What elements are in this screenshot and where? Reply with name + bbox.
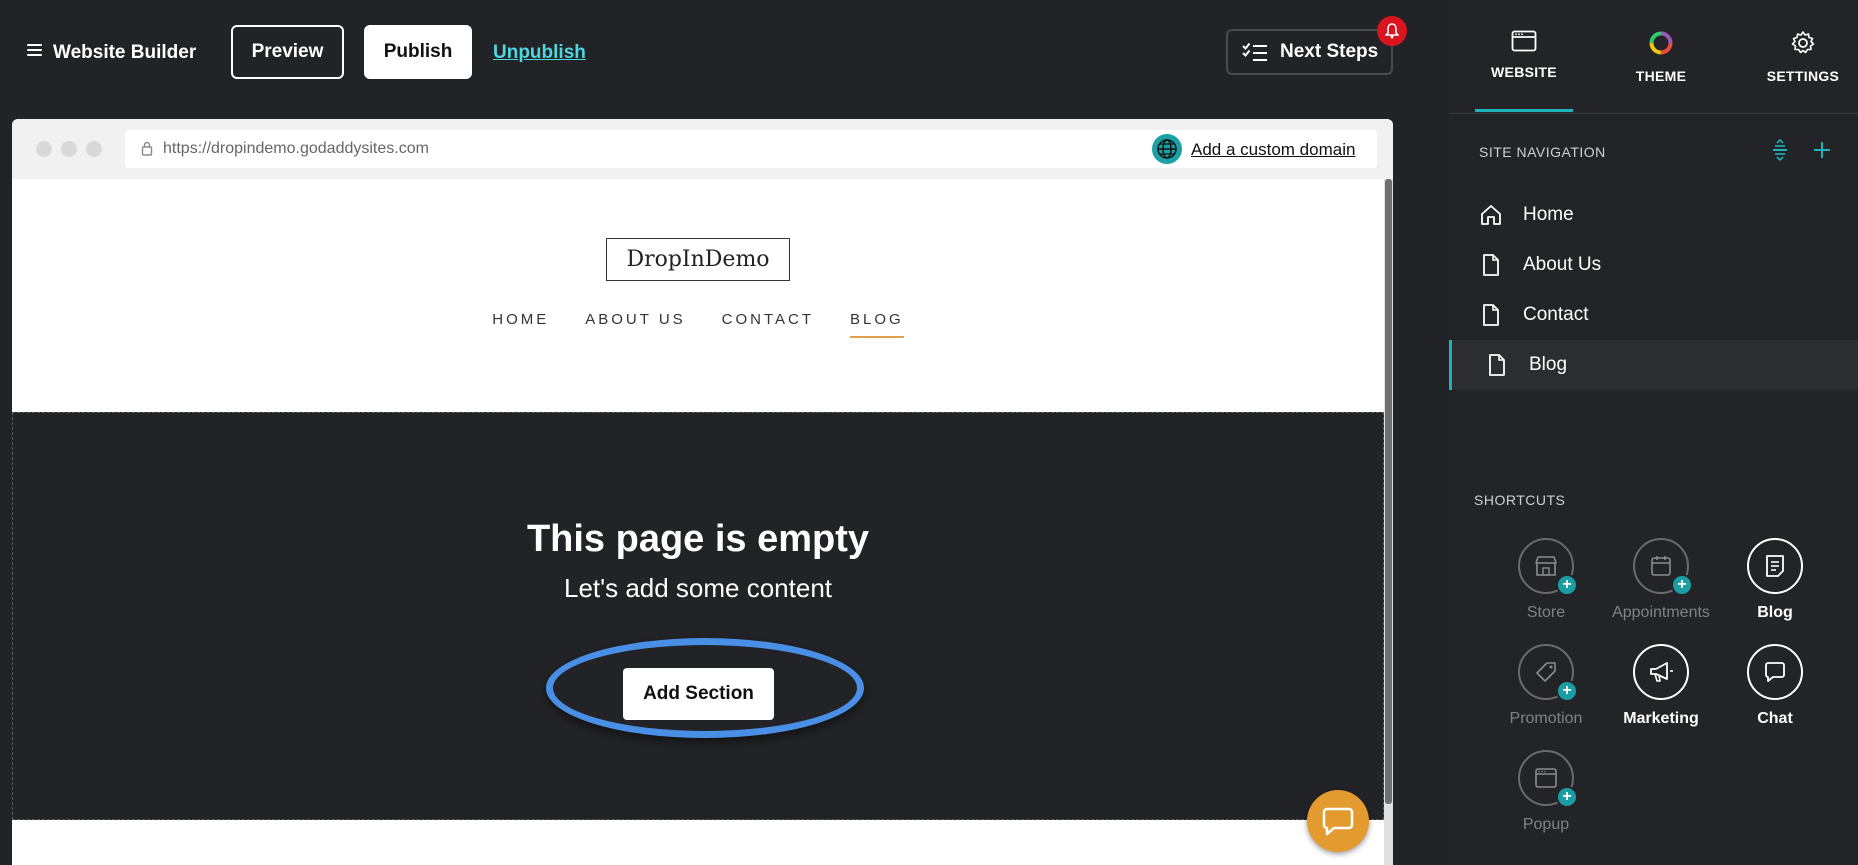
site-navigation-heading: SITE NAVIGATION bbox=[1479, 144, 1606, 160]
add-custom-domain-link[interactable]: Add a custom domain bbox=[1191, 140, 1355, 160]
browser-bar: https://dropindemo.godaddysites.com Add … bbox=[12, 119, 1393, 179]
nav-item-home[interactable]: Home bbox=[1449, 190, 1858, 240]
tab-website-label: WEBSITE bbox=[1491, 64, 1557, 80]
add-plus-icon: + bbox=[1556, 680, 1578, 702]
shortcut-appointments-label: Appointments bbox=[1612, 604, 1710, 621]
shortcut-promotion[interactable]: + Promotion bbox=[1491, 644, 1601, 728]
shortcut-popup-label: Popup bbox=[1522, 816, 1570, 833]
checklist-icon bbox=[1242, 42, 1267, 61]
tab-theme[interactable]: THEME bbox=[1606, 0, 1716, 112]
scrollbar-thumb[interactable] bbox=[1385, 179, 1392, 804]
site-logo[interactable]: DropInDemo bbox=[606, 238, 790, 281]
gear-icon bbox=[1791, 31, 1815, 54]
publish-button[interactable]: Publish bbox=[364, 25, 472, 79]
calendar-icon bbox=[1651, 556, 1671, 576]
shortcut-blog[interactable]: Blog bbox=[1720, 538, 1830, 622]
store-icon bbox=[1535, 556, 1557, 576]
nav-item-blog-label: Blog bbox=[1529, 354, 1568, 375]
shortcuts-heading: SHORTCUTS bbox=[1474, 492, 1566, 508]
nav-item-blog[interactable]: Blog bbox=[1449, 340, 1858, 390]
add-plus-icon: + bbox=[1556, 786, 1578, 808]
popup-window-icon bbox=[1535, 768, 1557, 788]
site-nav-home[interactable]: HOME bbox=[492, 311, 549, 338]
window-dots bbox=[36, 141, 102, 157]
hamburger-menu-icon[interactable] bbox=[27, 44, 42, 56]
shortcut-popup[interactable]: + Popup bbox=[1491, 750, 1601, 834]
browser-window-icon bbox=[1511, 30, 1537, 52]
chat-bubble-icon bbox=[1765, 662, 1785, 682]
add-plus-icon: + bbox=[1556, 574, 1578, 596]
chat-bubble-icon bbox=[1322, 807, 1354, 836]
site-preview-frame: https://dropindemo.godaddysites.com Add … bbox=[12, 119, 1393, 865]
page-icon bbox=[1489, 354, 1505, 376]
color-wheel-icon bbox=[1649, 31, 1673, 55]
empty-page-subtitle: Let's add some content bbox=[563, 573, 833, 603]
tag-icon bbox=[1536, 662, 1556, 682]
page-footer-area bbox=[12, 820, 1384, 865]
add-page-icon[interactable] bbox=[1811, 139, 1833, 161]
editor-side-panel: WEBSITE THEME SETTINGS SITE NAVIGATION H… bbox=[1449, 0, 1858, 865]
nav-item-about-us[interactable]: About Us bbox=[1449, 240, 1858, 290]
site-navigation-tools bbox=[1769, 139, 1833, 161]
tab-settings[interactable]: SETTINGS bbox=[1748, 0, 1858, 112]
app-title: Website Builder bbox=[53, 42, 197, 63]
page-icon bbox=[1483, 304, 1499, 326]
site-header[interactable]: DropInDemo HOME ABOUT US CONTACT BLOG bbox=[12, 179, 1384, 412]
site-nav: HOME ABOUT US CONTACT BLOG bbox=[12, 311, 1384, 338]
shortcut-blog-label: Blog bbox=[1757, 604, 1793, 621]
shortcut-marketing-label: Marketing bbox=[1623, 710, 1699, 727]
site-nav-contact[interactable]: CONTACT bbox=[722, 311, 814, 338]
shortcut-store-label: Store bbox=[1526, 604, 1566, 621]
add-plus-icon: + bbox=[1671, 574, 1693, 596]
tab-theme-label: THEME bbox=[1635, 68, 1687, 84]
unpublish-link[interactable]: Unpublish bbox=[493, 42, 586, 64]
preview-scrollbar[interactable] bbox=[1384, 179, 1393, 865]
shortcut-chat[interactable]: Chat bbox=[1720, 644, 1830, 728]
shortcut-store[interactable]: + Store bbox=[1491, 538, 1601, 622]
next-steps-label: Next Steps bbox=[1280, 41, 1379, 62]
nav-item-home-label: Home bbox=[1523, 204, 1574, 225]
megaphone-icon bbox=[1650, 662, 1673, 682]
notification-bell-icon[interactable] bbox=[1377, 16, 1407, 46]
panel-tabs: WEBSITE THEME SETTINGS bbox=[1449, 0, 1858, 114]
nav-item-contact-label: Contact bbox=[1523, 304, 1589, 325]
blog-icon bbox=[1766, 555, 1784, 577]
reorder-icon[interactable] bbox=[1769, 139, 1791, 161]
shortcut-chat-label: Chat bbox=[1757, 710, 1793, 727]
home-icon bbox=[1481, 205, 1501, 225]
nav-item-about-us-label: About Us bbox=[1523, 254, 1602, 275]
empty-page-section: This page is empty Let's add some conten… bbox=[12, 412, 1384, 820]
shortcut-appointments[interactable]: + Appointments bbox=[1606, 538, 1716, 622]
add-section-button[interactable]: Add Section bbox=[623, 668, 774, 720]
top-bar: Website Builder Preview Publish Unpublis… bbox=[0, 0, 1449, 110]
lock-icon bbox=[141, 141, 153, 156]
next-steps-button[interactable]: Next Steps bbox=[1226, 29, 1393, 75]
url-bar: https://dropindemo.godaddysites.com Add … bbox=[125, 130, 1377, 168]
tab-settings-label: SETTINGS bbox=[1766, 68, 1840, 84]
globe-icon bbox=[1152, 134, 1182, 164]
shortcut-marketing[interactable]: Marketing bbox=[1606, 644, 1716, 728]
chat-support-button[interactable] bbox=[1307, 790, 1369, 852]
preview-button[interactable]: Preview bbox=[231, 25, 344, 79]
page-icon bbox=[1483, 254, 1499, 276]
shortcut-promotion-label: Promotion bbox=[1509, 710, 1583, 727]
empty-page-title: This page is empty bbox=[526, 518, 870, 560]
nav-item-contact[interactable]: Contact bbox=[1449, 290, 1858, 340]
site-nav-blog[interactable]: BLOG bbox=[850, 311, 904, 338]
site-nav-about-us[interactable]: ABOUT US bbox=[585, 311, 685, 338]
site-url: https://dropindemo.godaddysites.com bbox=[163, 140, 429, 157]
tab-website[interactable]: WEBSITE bbox=[1469, 0, 1579, 112]
